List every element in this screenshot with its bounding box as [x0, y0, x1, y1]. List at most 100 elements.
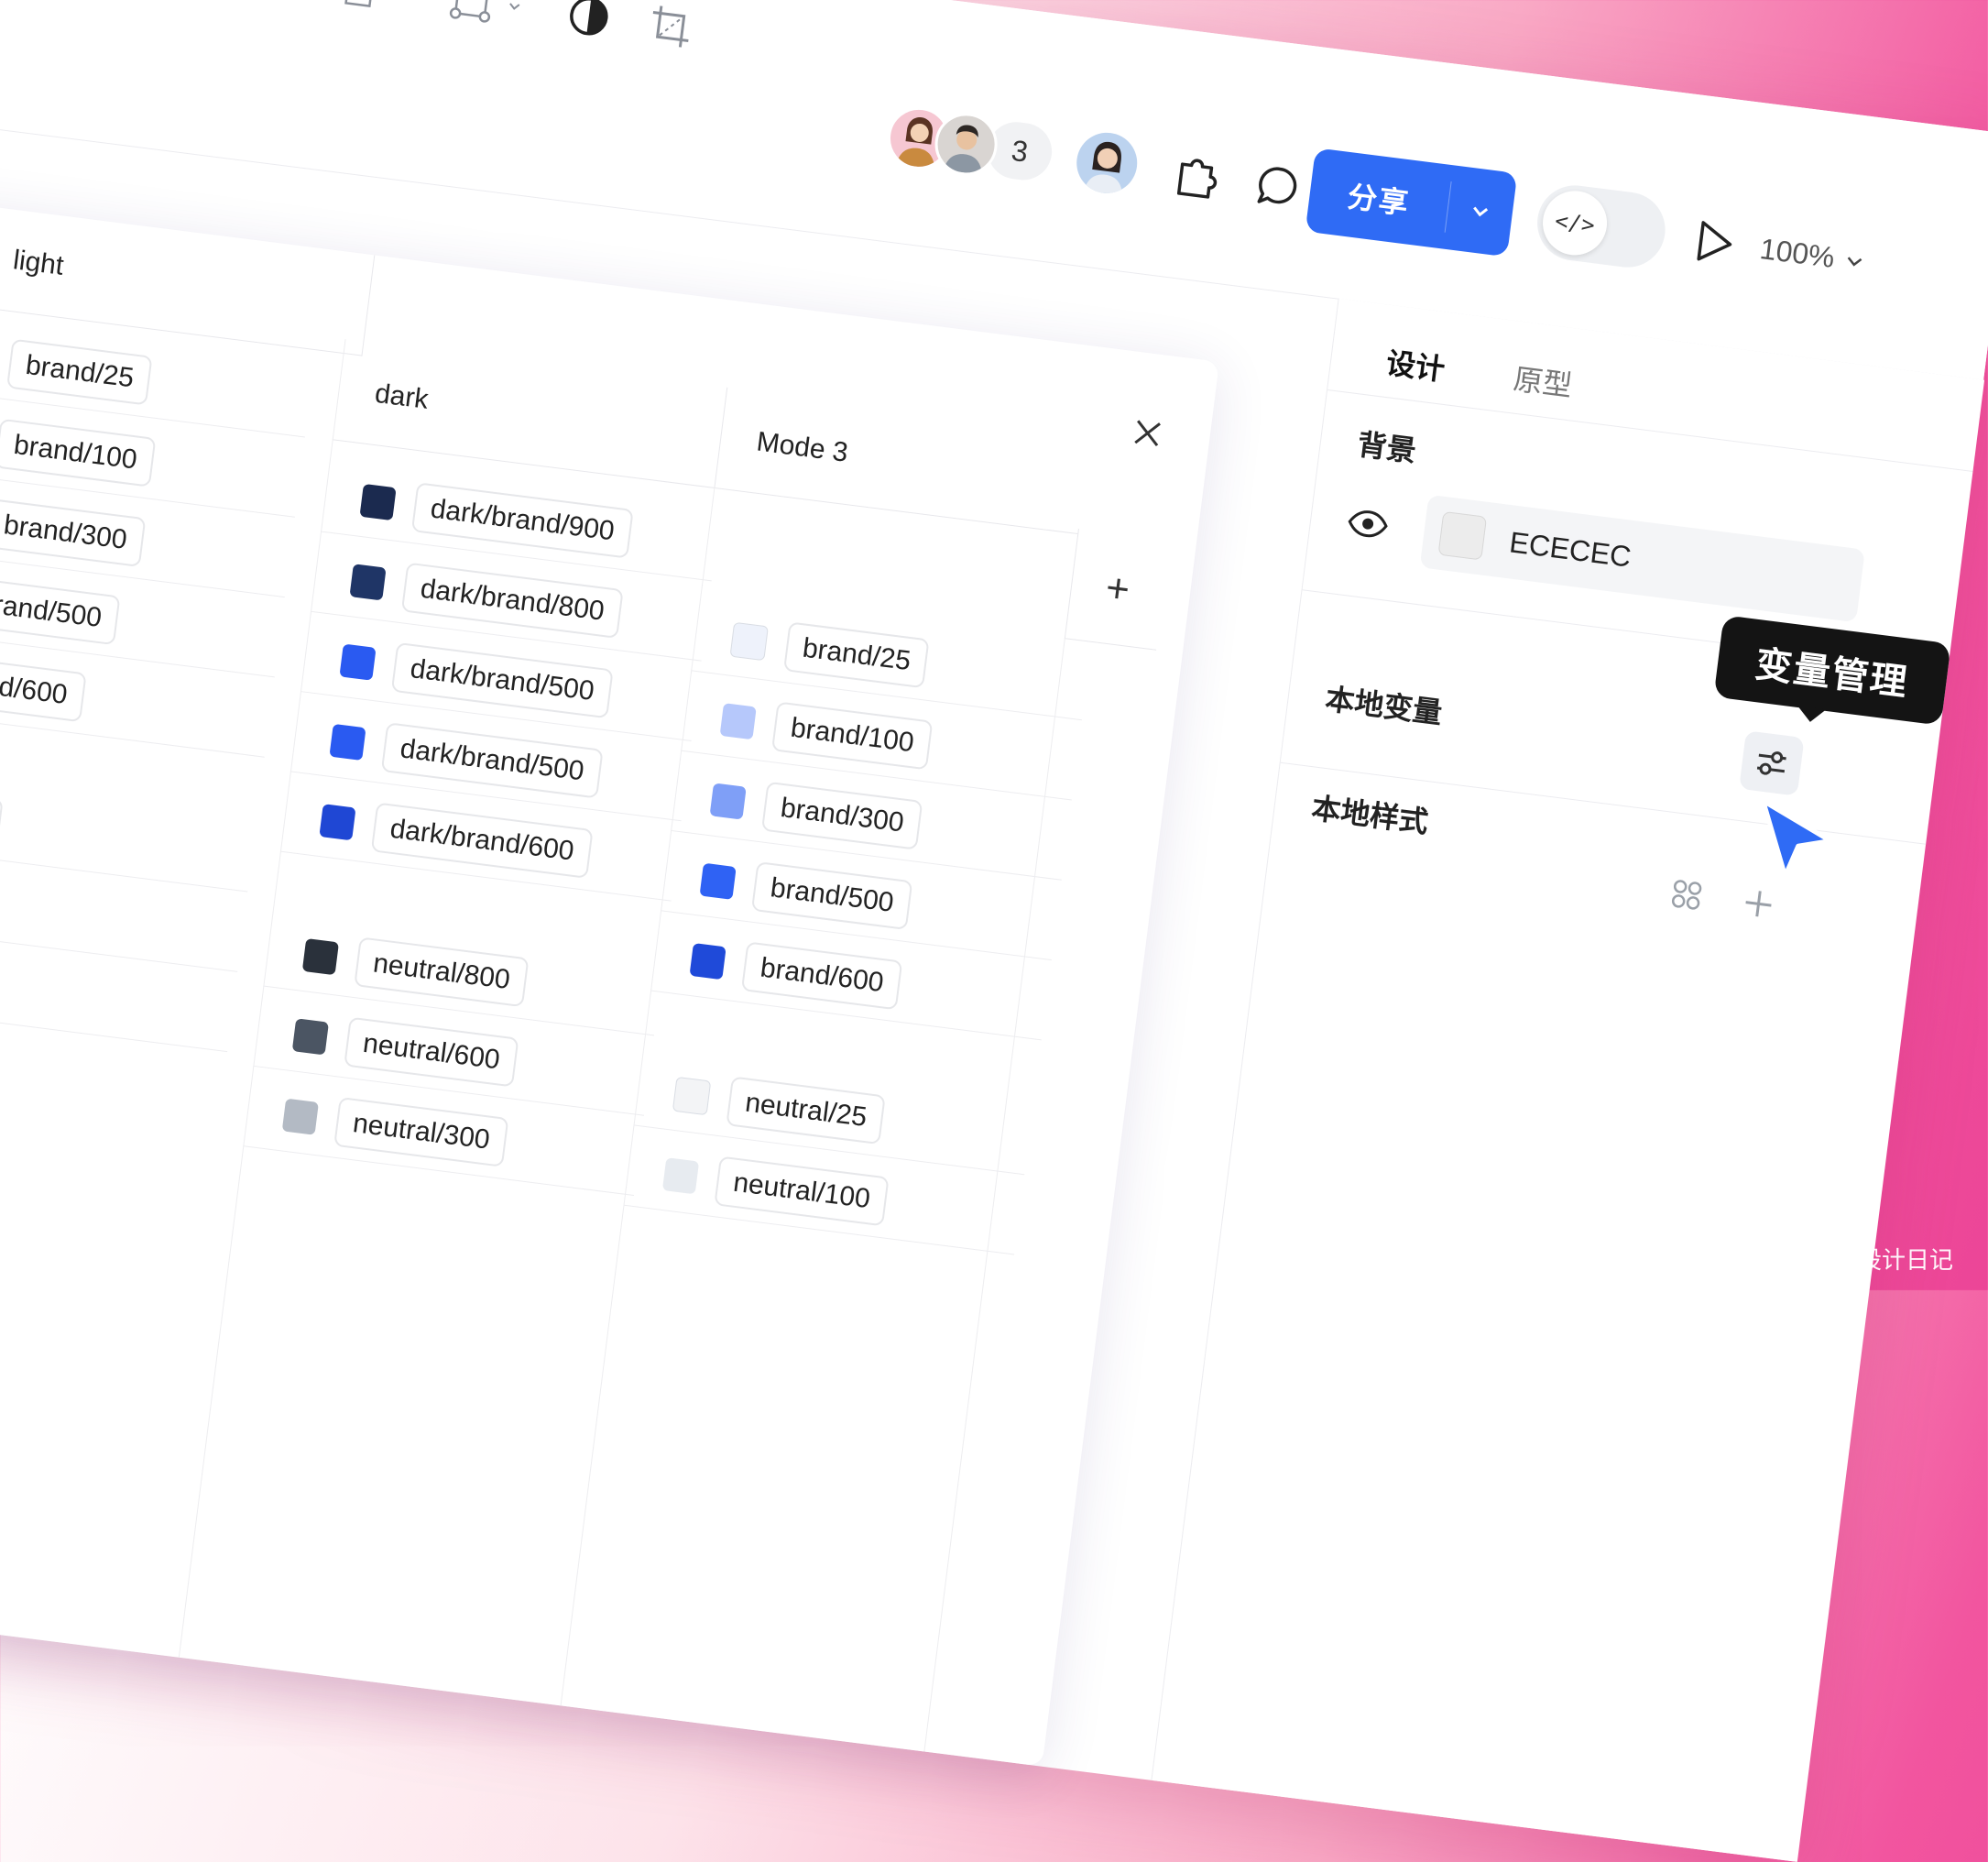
tab-prototype[interactable]: 原型 [1512, 356, 1575, 406]
column-divider [178, 339, 346, 1658]
variable-cell[interactable]: brand/25 [728, 615, 930, 689]
dev-mode-toggle[interactable]: </> [1533, 181, 1670, 272]
row-divider [0, 921, 238, 972]
variable-cell[interactable]: brand/100 [0, 411, 157, 487]
variables-modal: light dark Mode 3 + brand/25 brand/100 bra… [0, 197, 1219, 1767]
grid-dots-icon[interactable] [1668, 876, 1705, 913]
variable-cell[interactable]: neutral/600 [291, 1010, 519, 1088]
mouse-pointer-icon [1745, 794, 1840, 893]
color-swatch[interactable] [359, 483, 397, 521]
eye-icon[interactable] [1346, 508, 1389, 540]
color-swatch[interactable] [729, 621, 769, 662]
variable-chip[interactable]: brand/300 [0, 498, 147, 568]
variable-chip[interactable]: brand/25 [783, 621, 930, 689]
variable-cell[interactable]: neutral/800 [301, 930, 530, 1008]
variable-chip[interactable]: nd/600 [0, 658, 87, 723]
variable-chip[interactable]: brand/100 [770, 701, 934, 771]
add-mode-button[interactable]: + [1064, 529, 1171, 651]
background-color-field[interactable]: ECECEC [1419, 494, 1865, 623]
color-swatch[interactable] [709, 783, 747, 820]
design-app-window: 3 分享 </> 100% light dark Mode 3 + brand/… [0, 0, 1988, 1862]
variable-chip[interactable]: brand/500 [750, 861, 913, 931]
crop-icon [652, 5, 689, 48]
variable-chip[interactable]: brand/300 [760, 781, 923, 850]
variable-chip[interactable]: brand/600 [740, 941, 903, 1011]
variable-cell[interactable]: dark/brand/800 [348, 555, 624, 639]
color-swatch[interactable] [672, 1076, 712, 1116]
variable-cell[interactable]: brand/300 [0, 492, 147, 568]
close-icon [1134, 420, 1161, 447]
variable-cell[interactable]: nd/600 [0, 652, 87, 723]
code-icon: </> [1538, 187, 1611, 259]
variable-chip[interactable]: brand/100 [0, 418, 157, 487]
background-title: 背景 [1355, 427, 1418, 468]
local-styles-title: 本地样式 [1309, 791, 1431, 839]
contrast-tool[interactable] [563, 0, 615, 42]
plugin-button[interactable] [1171, 148, 1225, 206]
color-swatch[interactable] [699, 862, 737, 900]
puzzle-icon [1176, 159, 1218, 199]
variable-chip[interactable]: brand/25 [6, 338, 153, 406]
variable-cell[interactable]: brand/25 [0, 332, 153, 406]
background-row: ECECEC [1343, 485, 1934, 631]
color-swatch[interactable] [329, 723, 366, 761]
mode-name: light [11, 245, 66, 281]
tab-design[interactable]: 设计 [1384, 340, 1447, 389]
variables-manage-button[interactable] [1739, 730, 1805, 796]
local-variables-title: 本地变量 [1323, 682, 1445, 730]
boolean-tool[interactable] [327, 0, 406, 16]
zoom-value: 100% [1757, 232, 1837, 275]
share-dropdown[interactable] [1447, 197, 1513, 225]
color-swatch[interactable] [339, 643, 377, 681]
variable-chip[interactable]: neutral/600 [344, 1016, 519, 1088]
close-button[interactable] [1130, 416, 1165, 455]
vector-tool[interactable] [445, 0, 524, 30]
watermark: 掘金技术社区 @ Pika的设计日记 [1603, 1247, 1953, 1275]
component-tool[interactable] [213, 0, 292, 1]
share-button[interactable]: 分享 [1305, 148, 1518, 257]
present-button[interactable] [1688, 216, 1741, 274]
color-swatch[interactable] [689, 942, 726, 980]
color-swatch[interactable] [319, 804, 356, 841]
variable-cell[interactable]: dark/brand/500 [338, 636, 614, 719]
column-divider [923, 638, 1065, 1752]
mode-header-mode3[interactable]: Mode 3 [714, 387, 1091, 535]
chevron-down-icon [1473, 206, 1489, 217]
row-divider [0, 1002, 228, 1053]
variable-chip[interactable]: neutral/800 [354, 936, 530, 1008]
share-label: 分享 [1345, 180, 1412, 221]
vector-path-icon [449, 0, 491, 23]
comment-button[interactable] [1252, 161, 1305, 219]
variable-chip[interactable]: neutral/100 [714, 1156, 890, 1227]
person-male-avatar [943, 125, 982, 175]
background-swatch[interactable] [1437, 510, 1488, 561]
color-swatch[interactable] [661, 1157, 700, 1195]
contrast-icon [570, 0, 608, 36]
variable-cell[interactable]: rand/500 [0, 572, 121, 646]
color-swatch[interactable] [301, 937, 340, 976]
current-user-avatar[interactable] [1073, 128, 1141, 197]
variable-cell[interactable]: 5 [0, 786, 4, 849]
mode-header-light[interactable]: light [0, 197, 376, 356]
variable-chip[interactable]: neutral/25 [726, 1076, 887, 1145]
variable-chip[interactable]: neutral/300 [333, 1096, 509, 1167]
variable-cell[interactable]: neutral/100 [661, 1149, 890, 1227]
crop-tool[interactable] [645, 1, 696, 52]
color-swatch[interactable] [281, 1098, 319, 1135]
color-swatch[interactable] [349, 564, 387, 601]
variable-chip[interactable]: 5 [0, 793, 4, 849]
variable-cell[interactable]: dark/brand/500 [328, 716, 604, 799]
variable-cell[interactable]: dark/brand/600 [318, 795, 594, 879]
play-icon [1697, 221, 1732, 261]
variable-cell[interactable]: dark/brand/900 [358, 476, 634, 559]
plus-icon[interactable] [1742, 886, 1776, 921]
mode-header-dark[interactable]: dark [332, 339, 728, 489]
collaborators[interactable]: 3 [884, 103, 1055, 186]
mode-name: dark [373, 378, 431, 415]
color-swatch[interactable] [719, 703, 757, 740]
zoom-control[interactable]: 100% [1758, 232, 1866, 279]
variable-chip[interactable]: rand/500 [0, 578, 121, 646]
color-swatch[interactable] [291, 1018, 329, 1056]
background-hex[interactable]: ECECEC [1508, 525, 1633, 574]
variable-cell[interactable]: neutral/300 [281, 1090, 509, 1167]
